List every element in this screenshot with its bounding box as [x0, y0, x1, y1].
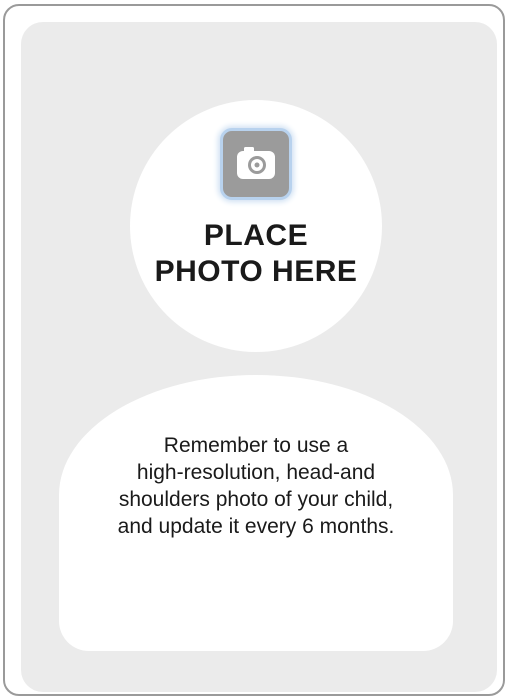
camera-icon[interactable] — [220, 128, 292, 200]
note-line: and update it every 6 months. — [117, 515, 395, 538]
photo-guidance-note: Remember to use a high-resolution, head-… — [59, 432, 453, 540]
note-line: high-resolution, head-and — [136, 461, 376, 484]
note-line: Remember to use a — [163, 434, 349, 457]
place-photo-heading-line: PLACE — [203, 219, 309, 252]
note-line: shoulders photo of your child, — [118, 488, 394, 511]
place-photo-heading: PLACE PHOTO HERE — [130, 218, 382, 290]
camera-glyph — [237, 147, 275, 179]
place-photo-heading-line: PHOTO HERE — [154, 255, 358, 288]
